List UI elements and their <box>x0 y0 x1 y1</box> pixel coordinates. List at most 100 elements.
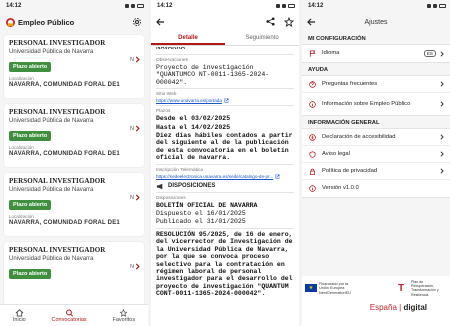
chevron-right-icon <box>135 194 140 201</box>
nav-convocatorias-label: Convocatorias <box>51 316 87 323</box>
setting-idioma[interactable]: Idioma ES <box>302 45 450 62</box>
faq-label: Preguntas frecuentes <box>322 80 378 87</box>
inscripcion-label: Inscripción Telemática <box>156 167 204 173</box>
job-card[interactable]: PERSONAL INVESTIGADOR Universidad Públic… <box>4 173 144 236</box>
funding-logos: ★ Financiado por la Unión Europea NextGe… <box>302 276 450 326</box>
inscripcion-link[interactable]: https://sedeelectronica.unavarra.es/sede… <box>156 174 294 179</box>
nav-home[interactable]: Inicio <box>12 308 26 323</box>
job-title: PERSONAL INVESTIGADOR <box>9 177 106 185</box>
chevron-right-icon <box>135 263 140 270</box>
prtr-text: Plan de Recuperación, Transformación y R… <box>411 280 439 297</box>
plazo-hasta: Hasta el 14/02/2025 <box>156 123 231 131</box>
status-bar: 14:12 <box>302 0 450 12</box>
disposiciones-section: DISPOSICIONES <box>156 183 294 190</box>
settings-gear-icon[interactable] <box>132 17 142 27</box>
setting-aviso-legal[interactable]: Aviso legal <box>302 146 450 163</box>
status-time: 14:12 <box>157 3 173 9</box>
card-count: N <box>130 264 134 270</box>
detail-content: NAVARRA Observaciones Proyecto de invest… <box>151 46 299 299</box>
accesibilidad-label: Declaración de accesibilidad <box>322 133 396 140</box>
app-logo-icon <box>6 17 15 27</box>
setting-info[interactable]: Información sobre Empleo Público <box>302 93 450 115</box>
help-icon <box>309 80 316 88</box>
card-count: N <box>130 126 134 132</box>
espana-digital-logo: España | digital <box>369 302 427 312</box>
flag-icon <box>309 50 316 57</box>
location-label: Localización <box>9 145 34 150</box>
status-badge: Plazo abierto <box>9 131 52 141</box>
dispuesto-date: Dispuesto el 16/01/2025 <box>156 210 246 218</box>
job-card[interactable]: PERSONAL INVESTIGADOR Universidad Públic… <box>4 104 144 167</box>
setting-faq[interactable]: Preguntas frecuentes <box>302 76 450 93</box>
job-card[interactable]: PERSONAL INVESTIGADOR Universidad Públic… <box>4 35 144 98</box>
disposiciones-label: Disposiciones <box>156 195 186 201</box>
job-organization: Universidad Pública de Navarra <box>9 256 94 262</box>
idioma-label: Idioma <box>322 50 340 57</box>
star-icon <box>119 308 128 317</box>
section-mi-configuracion: MI CONFIGURACIÓN <box>308 36 366 42</box>
plazo-descripcion: Diez días hábiles contados a partir del … <box>156 132 293 162</box>
tab-seguimiento[interactable]: Seguimiento <box>225 32 299 45</box>
chevron-right-icon <box>440 50 444 57</box>
sitio-web-link[interactable]: https://www.unavarra.es/portada <box>156 98 294 103</box>
chevron-right-icon <box>440 81 444 87</box>
observaciones-label: Observaciones <box>156 58 188 63</box>
back-arrow-icon[interactable] <box>156 18 165 26</box>
location-value: NAVARRA, COMUNIDAD FORAL DE1 <box>9 151 120 157</box>
chevron-right-icon <box>440 151 444 157</box>
aviso-label: Aviso legal <box>322 150 350 157</box>
prtr-logo: T Plan de Recuperación, Transformación y… <box>398 280 447 297</box>
status-time: 14:12 <box>6 3 22 9</box>
job-title: PERSONAL INVESTIGADOR <box>9 246 106 254</box>
share-icon[interactable] <box>266 17 275 26</box>
job-detail-screen: 14:12 Detalle Seguimiento NAVARRA Observ… <box>151 0 299 326</box>
chevron-right-icon <box>440 101 444 107</box>
section-ayuda: AYUDA <box>308 67 329 73</box>
external-link-icon <box>275 174 280 179</box>
job-list-screen: 14:12 Empleo Público PERSONAL INVESTIGAD… <box>0 0 148 326</box>
search-icon <box>65 309 73 317</box>
job-organization: Universidad Pública de Navarra <box>9 187 94 193</box>
shield-icon <box>309 150 316 158</box>
setting-privacidad[interactable]: Política de privacidad <box>302 163 450 180</box>
job-card[interactable]: PERSONAL INVESTIGADOR Universidad Públic… <box>4 242 144 305</box>
status-badge: Plazo abierto <box>9 269 52 279</box>
publicado-date: Publicado el 31/01/2025 <box>156 218 246 226</box>
section-informacion-general: INFORMACIÓN GENERAL <box>308 120 380 126</box>
back-arrow-icon[interactable] <box>307 18 316 26</box>
version-info-icon <box>309 185 316 192</box>
plazo-desde: Desde el 03/02/2025 <box>156 115 231 123</box>
chevron-right-icon <box>135 56 140 63</box>
status-badge: Plazo abierto <box>9 200 52 210</box>
nav-convocatorias[interactable]: Convocatorias <box>52 309 87 323</box>
home-icon <box>15 308 24 317</box>
disposiciones-title: DISPOSICIONES <box>168 183 216 190</box>
app-bar <box>151 12 299 32</box>
plazos-label: Plazos <box>156 109 171 115</box>
cut-off-heading: NAVARRA <box>156 47 186 51</box>
location-label: Localización <box>9 214 34 219</box>
idioma-value: ES <box>423 50 436 57</box>
detail-tabs: Detalle Seguimiento <box>151 32 299 46</box>
eu-funding-logo: ★ Financiado por la Unión Europea NextGe… <box>305 282 353 296</box>
status-badge: Plazo abierto <box>9 62 52 72</box>
version-row: Versión v1.0.0 <box>302 180 450 197</box>
prtr-icon: T <box>398 282 405 294</box>
app-title: Empleo Público <box>18 17 75 27</box>
setting-accesibilidad[interactable]: Declaración de accesibilidad <box>302 129 450 146</box>
boletin-name: BOLETÍN OFICIAL DE NAVARRA <box>156 201 258 209</box>
eu-flag-icon: ★ <box>305 284 317 293</box>
resolucion-text: RESOLUCIÓN 95/2025, de 16 de enero, del … <box>156 230 293 298</box>
location-value: NAVARRA, COMUNIDAD FORAL DE1 <box>9 220 120 226</box>
favorite-star-icon[interactable] <box>284 17 294 27</box>
nav-favoritos[interactable]: Favoritos <box>112 308 136 323</box>
version-label: Versión v1.0.0 <box>322 185 359 192</box>
tab-detalle[interactable]: Detalle <box>151 32 225 45</box>
chevron-right-icon <box>135 125 140 132</box>
app-bar: Empleo Público <box>0 12 148 32</box>
nav-home-label: Inicio <box>12 316 26 323</box>
location-label: Localización <box>9 76 34 81</box>
nav-favoritos-label: Favoritos <box>112 316 136 323</box>
sitio-web-label: Sitio Web <box>156 92 177 98</box>
accessibility-icon <box>309 133 316 141</box>
